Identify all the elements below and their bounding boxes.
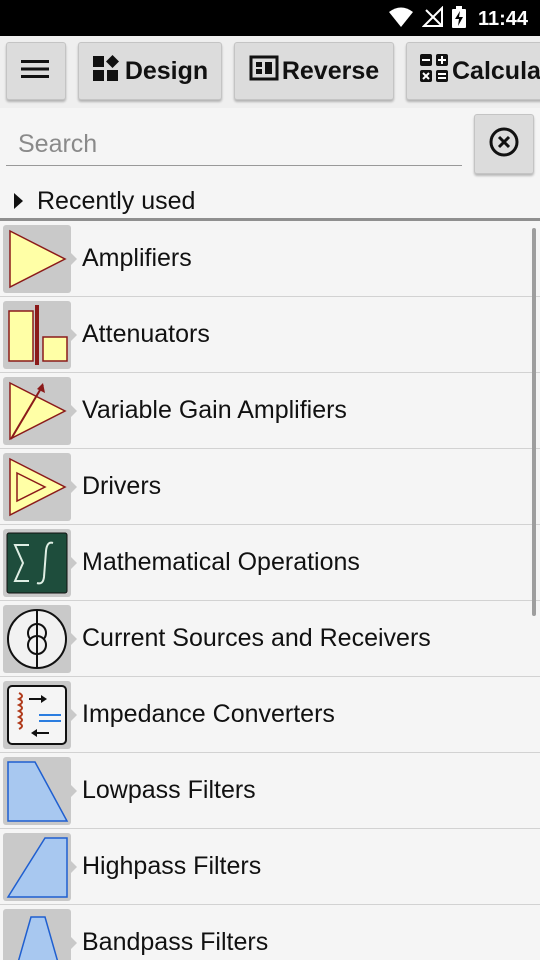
math-operations-icon [3,528,77,597]
calculator-button[interactable]: Calculator [406,42,540,100]
category-list: Amplifiers Attenuators Variable Gain Amp… [0,221,540,960]
category-label: Amplifiers [82,244,192,272]
design-icon [92,54,125,89]
driver-icon [3,452,77,521]
variable-gain-amplifier-icon [3,376,77,445]
clear-search-button[interactable] [474,114,534,174]
category-item-bandpass-filters[interactable]: Bandpass Filters [0,905,540,960]
category-label: Variable Gain Amplifiers [82,396,347,424]
status-time: 11:44 [477,8,528,30]
category-item-mathematical-operations[interactable]: Mathematical Operations [0,525,540,601]
category-label: Mathematical Operations [82,548,360,576]
category-label: Attenuators [82,320,210,348]
category-item-drivers[interactable]: Drivers [0,449,540,525]
attenuator-icon [3,300,77,369]
reverse-button[interactable]: Reverse [234,42,394,100]
wifi-icon [388,6,414,33]
calculator-icon [419,53,452,90]
impedance-converter-icon [3,680,77,749]
hamburger-menu-icon [20,57,52,86]
category-label: Highpass Filters [82,852,262,880]
bandpass-filter-icon [3,908,77,960]
category-label: Impedance Converters [82,700,335,728]
category-item-highpass-filters[interactable]: Highpass Filters [0,829,540,905]
current-source-icon [3,604,77,673]
battery-charging-icon [451,6,466,33]
highpass-filter-icon [3,832,77,901]
reverse-icon [249,54,282,89]
calculator-button-label: Calculator [452,56,540,85]
expand-arrow-icon [14,193,23,209]
category-item-current-sources[interactable]: Current Sources and Receivers [0,601,540,677]
design-button-label: Design [124,56,209,85]
search-input[interactable] [6,124,462,166]
lowpass-filter-icon [3,756,77,825]
clear-circle-x-icon [488,126,520,163]
menu-button[interactable] [6,42,66,100]
amplifier-icon [3,224,77,293]
list-scrollbar[interactable] [532,228,536,616]
toolbar: Design Reverse Calculator [0,36,540,108]
category-item-impedance-converters[interactable]: Impedance Converters [0,677,540,753]
design-button[interactable]: Design [78,42,222,100]
recently-used-toggle[interactable]: Recently used [0,184,540,218]
category-label: Lowpass Filters [82,776,256,804]
reverse-button-label: Reverse [281,56,380,85]
recently-used-label: Recently used [37,186,196,215]
category-item-lowpass-filters[interactable]: Lowpass Filters [0,753,540,829]
category-item-variable-gain-amplifiers[interactable]: Variable Gain Amplifiers [0,373,540,449]
no-signal-icon [421,5,444,33]
status-bar: 11:44 [0,0,540,36]
category-label: Bandpass Filters [82,928,269,956]
status-icons: 11:44 [388,5,528,33]
category-label: Current Sources and Receivers [82,624,431,652]
category-item-attenuators[interactable]: Attenuators [0,297,540,373]
search-row [0,108,540,184]
category-item-amplifiers[interactable]: Amplifiers [0,221,540,297]
category-label: Drivers [82,472,162,500]
